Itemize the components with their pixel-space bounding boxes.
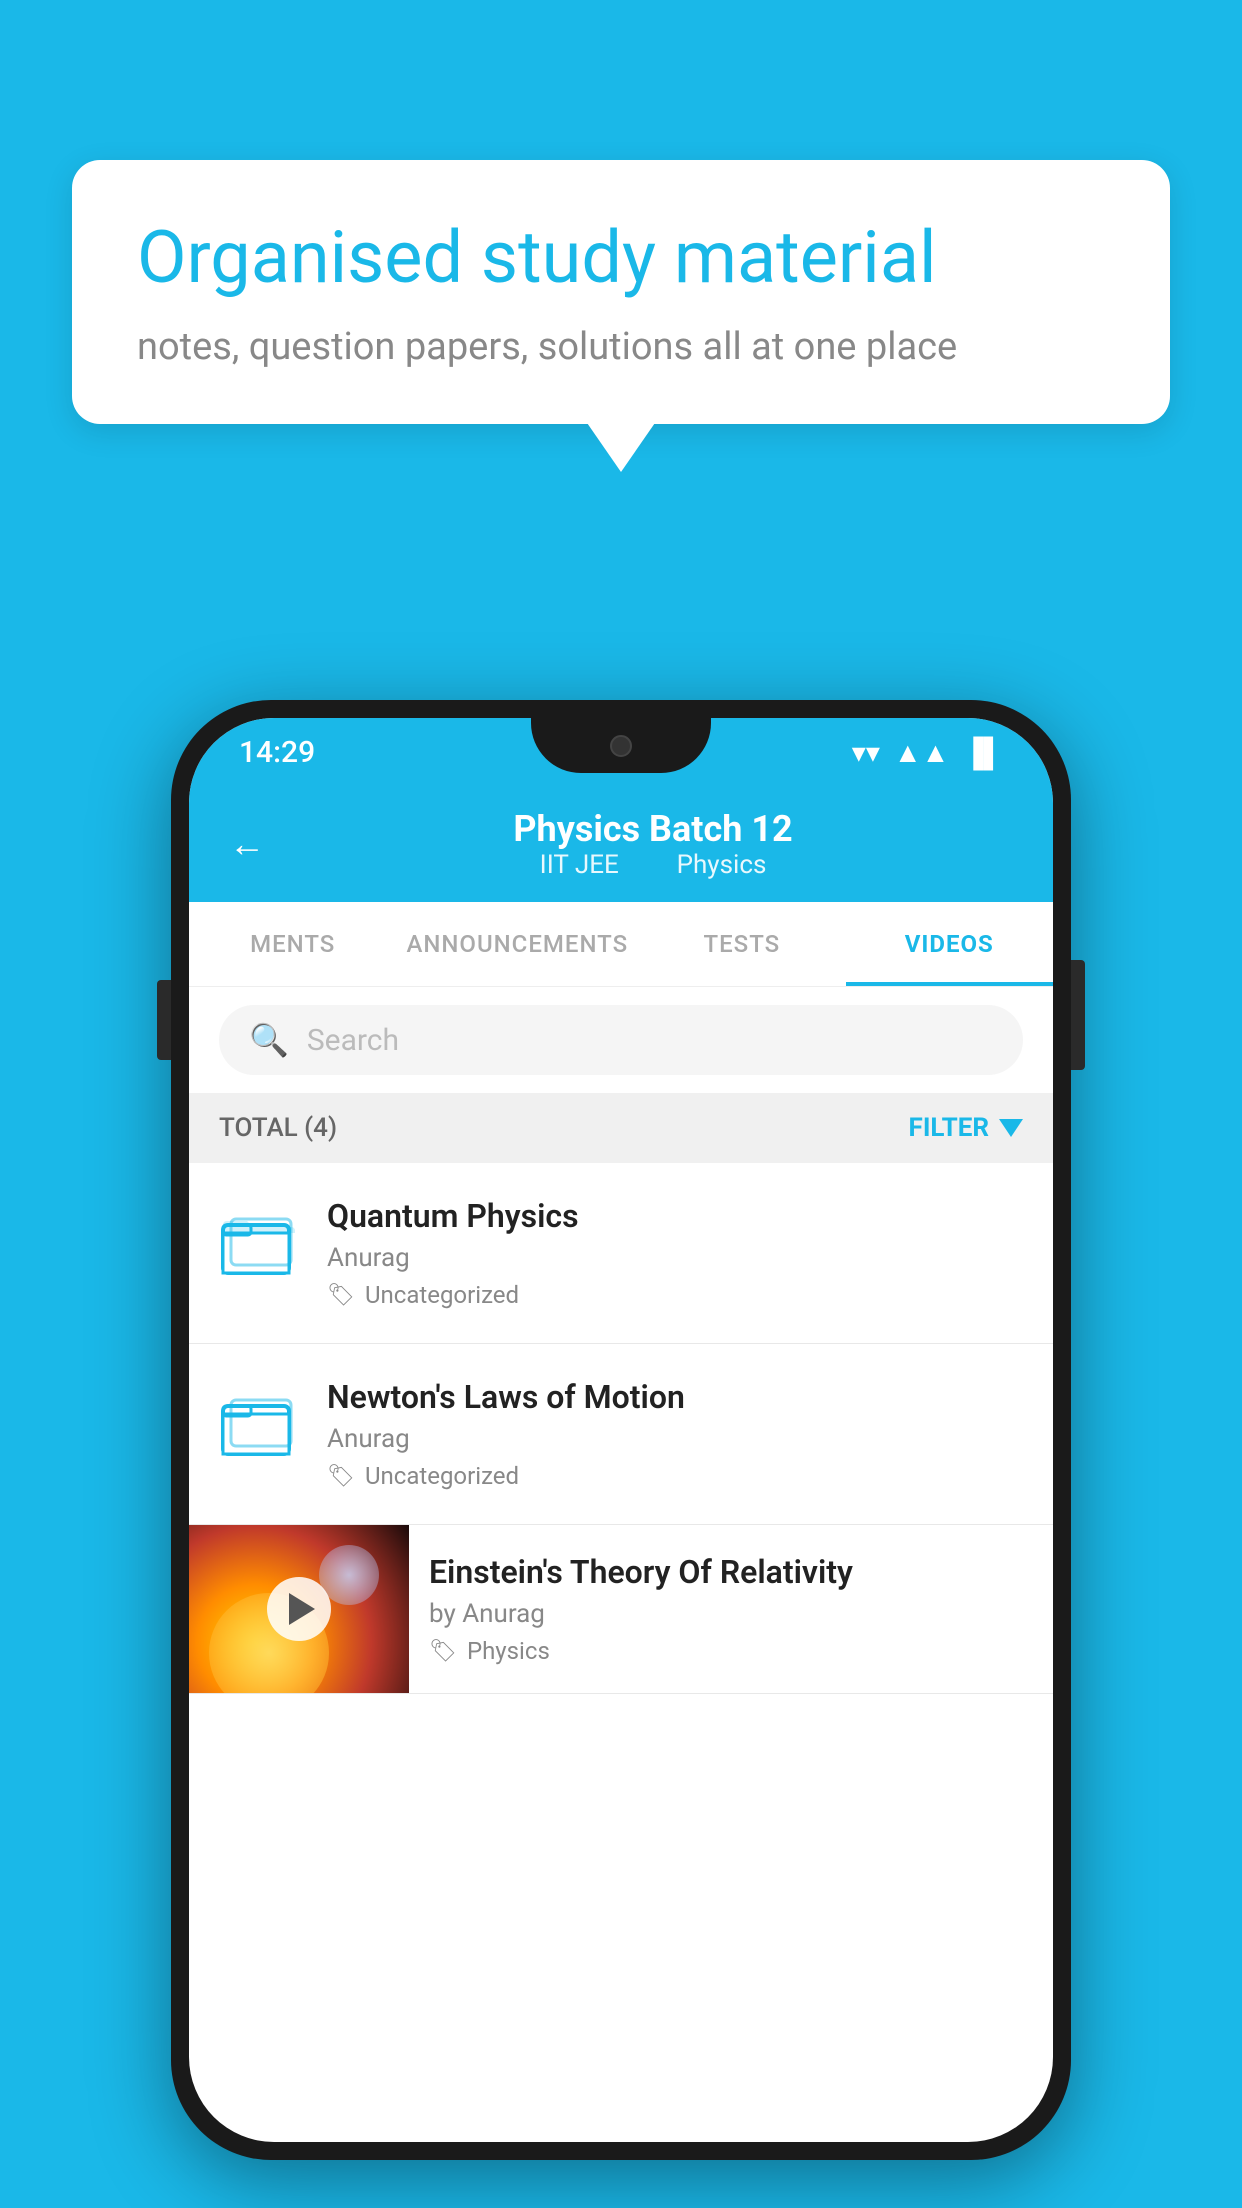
header-tag1: IIT JEE (540, 850, 619, 880)
play-icon (289, 1593, 315, 1625)
status-bar: 14:29 ▾▾ ▲▲ ▐▌ (189, 718, 1053, 786)
filter-label: FILTER (909, 1113, 989, 1143)
play-button[interactable] (267, 1577, 331, 1641)
header-tag-sep (641, 850, 654, 880)
item-tag: 🏷 Uncategorized (327, 1462, 1023, 1490)
speech-bubble: Organised study material notes, question… (72, 160, 1170, 424)
tab-tests[interactable]: TESTS (638, 902, 845, 986)
tag-icon: 🏷 (327, 1464, 355, 1489)
video-tag: 🏷 Physics (429, 1637, 1033, 1665)
tab-ments[interactable]: MENTS (189, 902, 396, 986)
search-container: 🔍 Search (189, 987, 1053, 1093)
item-info: Newton's Laws of Motion Anurag 🏷 Uncateg… (327, 1378, 1023, 1490)
bubble-subtitle: notes, question papers, solutions all at… (137, 325, 1105, 369)
video-list-item[interactable]: Einstein's Theory Of Relativity by Anura… (189, 1525, 1053, 1694)
tag-icon: 🏷 (429, 1639, 457, 1664)
item-tag: 🏷 Uncategorized (327, 1281, 1023, 1309)
search-icon: 🔍 (249, 1021, 289, 1059)
total-label: TOTAL (4) (219, 1113, 337, 1143)
wifi-icon: ▾▾ (852, 736, 880, 769)
search-placeholder: Search (307, 1023, 399, 1058)
signal-icon: ▲▲ (894, 736, 949, 769)
status-time: 14:29 (239, 735, 315, 770)
bubble-title: Organised study material (137, 215, 1105, 301)
app-header: ← Physics Batch 12 IIT JEE Physics (189, 786, 1053, 902)
phone-screen: 14:29 ▾▾ ▲▲ ▐▌ ← Physics Batch 12 IIT JE… (189, 718, 1053, 2142)
tag-label: Physics (467, 1637, 550, 1665)
phone-shell: 14:29 ▾▾ ▲▲ ▐▌ ← Physics Batch 12 IIT JE… (171, 700, 1071, 2160)
camera-dot (610, 735, 632, 757)
back-button[interactable]: ← (229, 823, 265, 865)
item-author: Anurag (327, 1243, 1023, 1273)
filter-button[interactable]: FILTER (909, 1113, 1023, 1143)
video-thumbnail (189, 1525, 409, 1693)
tag-label: Uncategorized (365, 1462, 519, 1490)
video-author: by Anurag (429, 1599, 1033, 1629)
list-item[interactable]: Newton's Laws of Motion Anurag 🏷 Uncateg… (189, 1344, 1053, 1525)
folder-icon (219, 1384, 299, 1464)
filter-bar: TOTAL (4) FILTER (189, 1093, 1053, 1163)
header-tag2: Physics (677, 850, 767, 880)
item-title: Newton's Laws of Motion (327, 1378, 1023, 1416)
list-item[interactable]: Quantum Physics Anurag 🏷 Uncategorized (189, 1163, 1053, 1344)
folder-icon (219, 1203, 299, 1283)
video-title: Einstein's Theory Of Relativity (429, 1553, 1033, 1591)
filter-icon (999, 1119, 1023, 1137)
tab-announcements[interactable]: ANNOUNCEMENTS (396, 902, 638, 986)
header-subtitle: IIT JEE Physics (293, 850, 1013, 880)
tag-icon: 🏷 (327, 1283, 355, 1308)
item-author: Anurag (327, 1424, 1023, 1454)
header-title: Physics Batch 12 (293, 808, 1013, 850)
tab-videos[interactable]: VIDEOS (846, 902, 1053, 986)
search-bar[interactable]: 🔍 Search (219, 1005, 1023, 1075)
header-center: Physics Batch 12 IIT JEE Physics (293, 808, 1013, 880)
tabs-bar: MENTS ANNOUNCEMENTS TESTS VIDEOS (189, 902, 1053, 987)
battery-icon: ▐▌ (963, 736, 1003, 769)
item-title: Quantum Physics (327, 1197, 1023, 1235)
video-info: Einstein's Theory Of Relativity by Anura… (409, 1525, 1053, 1693)
notch (531, 718, 711, 773)
item-info: Quantum Physics Anurag 🏷 Uncategorized (327, 1197, 1023, 1309)
status-icons: ▾▾ ▲▲ ▐▌ (852, 736, 1003, 769)
tag-label: Uncategorized (365, 1281, 519, 1309)
